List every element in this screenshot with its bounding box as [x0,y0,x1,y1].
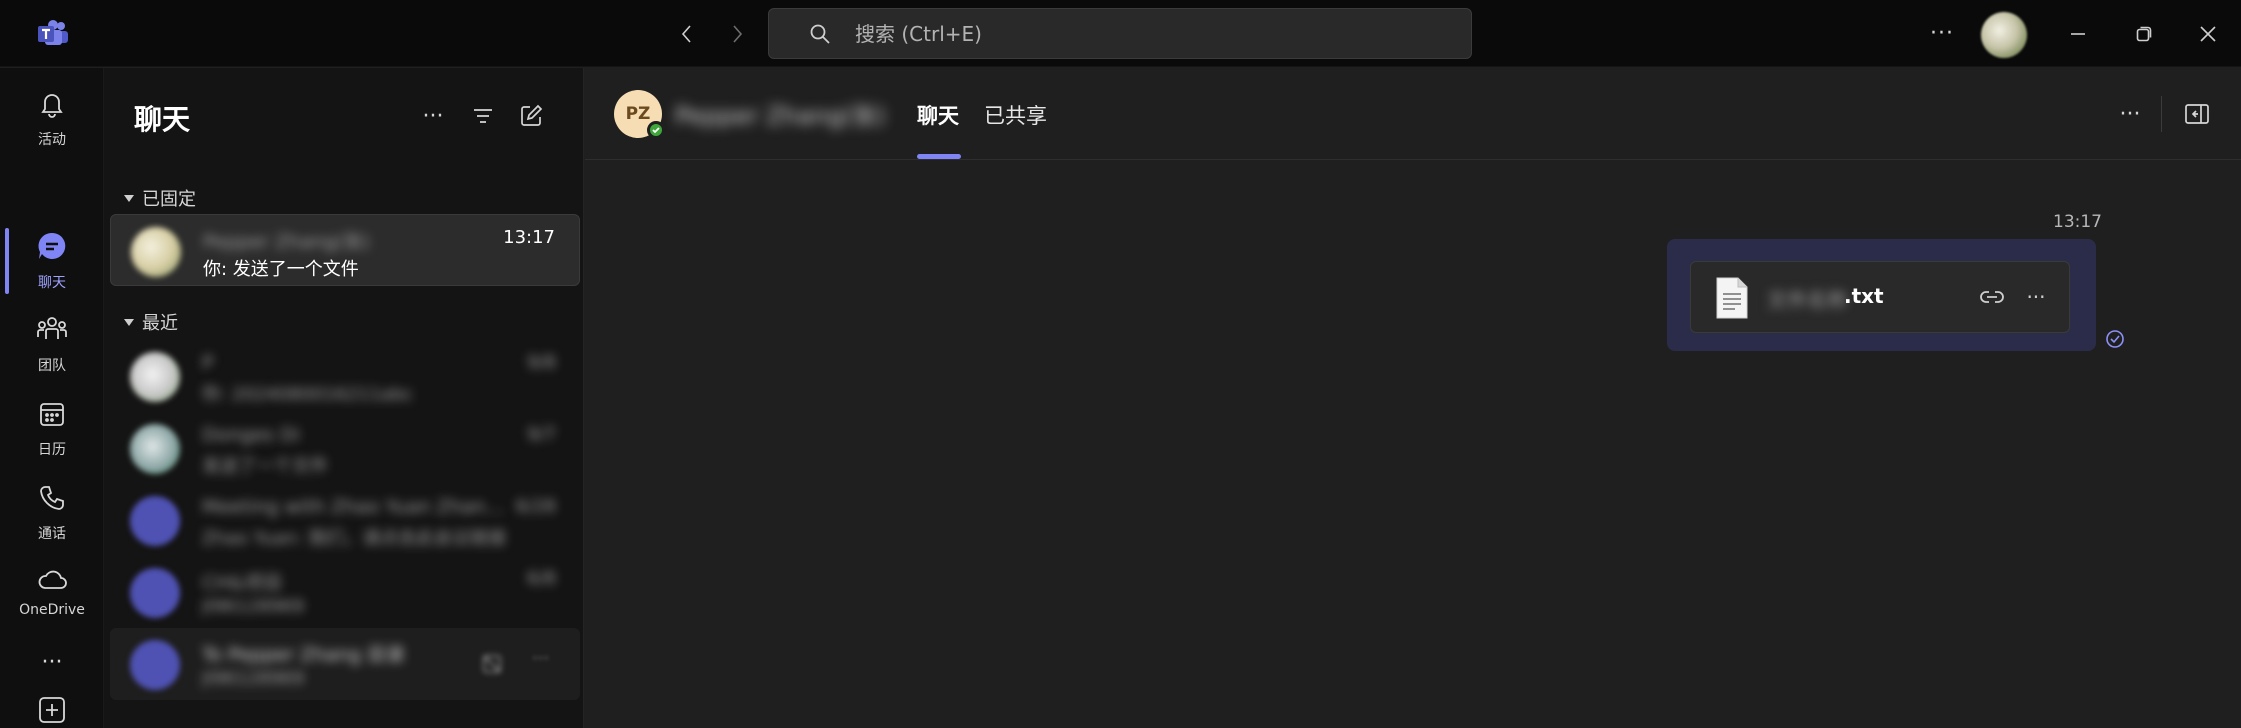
chevron-down-icon [124,194,134,202]
chevron-down-icon [124,318,134,326]
avatar [130,640,180,690]
chat-header: PZ Pepper Zhang(张) 聊天 已共享 ··· [585,68,2241,160]
rail-label: 聊天 [38,275,66,291]
filter-icon[interactable] [461,94,505,138]
chat-time: 6/8 [527,568,556,589]
file-attachment-card[interactable]: 文件名称 .txt ··· [1690,261,2070,333]
text-file-icon [1715,276,1749,324]
section-label: 最近 [142,313,178,334]
chat-time: 9/7 [527,424,556,445]
rail-label: 日历 [38,442,66,458]
file-name: 文件名称 [1767,288,1847,312]
rail-item-teams[interactable]: 团队 [0,306,104,384]
cloud-icon [36,568,68,596]
file-more-options-icon[interactable]: ··· [2019,280,2053,314]
chat-row[interactable]: Meeting with Zhao Yuan Zhan… Zhao Yuan: … [110,484,580,556]
phone-icon [37,483,67,517]
rail-label: 团队 [38,358,66,374]
chat-name: Donges Di [202,424,300,446]
chat-row[interactable]: P 你: 2024080016211abc 9/8 [110,340,580,412]
user-avatar[interactable] [1981,12,2027,58]
search-box[interactable] [768,8,1472,59]
avatar [130,568,180,618]
chat-preview: 你: 2024080016211abc [202,384,414,405]
chat-preview: Zhao Yuan: 我们，请点击此会议链接 [202,528,507,549]
message-timestamp: 13:17 [2053,212,2102,232]
divider [2161,96,2162,132]
copy-link-icon[interactable] [1975,280,2009,314]
file-extension: .txt [1844,284,1884,308]
read-receipt-icon [2105,329,2125,353]
title-bar: ··· [0,0,2241,67]
search-icon [809,23,831,45]
chat-time: 9/8 [527,352,556,373]
chat-name: To Pepper Zhang 目录 [202,644,406,666]
section-label: 已固定 [142,189,196,210]
rail-item-onedrive[interactable]: OneDrive [0,554,104,632]
back-arrow-icon[interactable] [667,0,707,67]
tab-shared[interactable]: 已共享 [984,100,1047,130]
forward-arrow-icon[interactable] [717,0,757,67]
presence-available-icon [647,121,665,139]
teams-icon [36,315,68,349]
bell-icon [37,89,67,123]
chat-list-title: 聊天 [134,103,191,136]
chat-row-pinned[interactable]: Pepper Zhang(张) 你: 发送了一个文件 13:17 [110,214,580,286]
open-side-panel-icon[interactable] [2175,92,2219,136]
search-input[interactable] [855,21,1435,46]
calendar-icon [37,399,67,433]
active-tab-indicator [917,154,961,159]
avatar [131,227,181,277]
chat-name: CH&项目 [202,572,283,594]
chat-time: 6/28 [515,496,556,517]
rail-item-calendar[interactable]: 日历 [0,390,104,468]
chat-row[interactable]: Donges Di 发送了一个文件 9/7 [110,412,580,484]
avatar [130,352,180,402]
rail-label: OneDrive [19,602,85,618]
chat-preview: 发送了一个文件 [202,456,328,477]
more-options-icon[interactable]: ··· [411,94,455,138]
chat-preview: JI96128969 [202,596,305,617]
apps-icon [37,695,67,728]
tab-chat[interactable]: 聊天 [917,100,959,130]
teams-logo-icon[interactable] [22,0,84,67]
chat-icon [36,230,68,266]
chat-list-pane: 聊天 ··· 已固定 Pepper Zhang(张) 你: 发送了一个文件 13… [104,68,584,728]
chat-preview: 你: 发送了一个文件 [203,259,359,280]
chat-row[interactable]: To Pepper Zhang 目录 JI96128969 ··· [110,628,580,700]
more-options-icon[interactable]: ··· [532,648,549,669]
rail-item-apps[interactable]: 应用 [0,666,104,728]
contact-name[interactable]: Pepper Zhang(张) [675,96,885,131]
section-pinned-toggle[interactable]: 已固定 [124,184,196,212]
rail-item-calls[interactable]: 通话 [0,474,104,552]
close-icon[interactable] [2186,0,2230,67]
app-rail: 活动 聊天 团队 日历 通话 OneDrive ··· [0,68,104,728]
restore-window-icon[interactable] [2122,0,2166,67]
new-chat-compose-icon[interactable] [509,94,553,138]
chat-time: 13:17 [503,227,555,248]
section-recent-toggle[interactable]: 最近 [124,308,178,336]
chat-name: Pepper Zhang(张) [203,231,370,253]
rail-item-chat[interactable]: 聊天 [0,222,104,300]
chat-name: Meeting with Zhao Yuan Zhan… [202,496,502,518]
avatar [130,424,180,474]
chat-name: P [202,352,214,374]
more-options-icon[interactable]: ··· [1922,0,1962,67]
rail-item-activity[interactable]: 活动 [0,80,104,158]
minimize-icon[interactable] [2056,0,2100,67]
chat-row[interactable]: CH&项目 JI96128969 6/8 [110,556,580,628]
rail-label: 通话 [38,526,66,542]
rail-label: 活动 [38,132,66,148]
chat-main-area: PZ Pepper Zhang(张) 聊天 已共享 ··· 13:17 文件名称… [585,68,2241,728]
mute-icon[interactable] [480,652,504,676]
more-options-icon[interactable]: ··· [2108,92,2152,136]
avatar [130,496,180,546]
